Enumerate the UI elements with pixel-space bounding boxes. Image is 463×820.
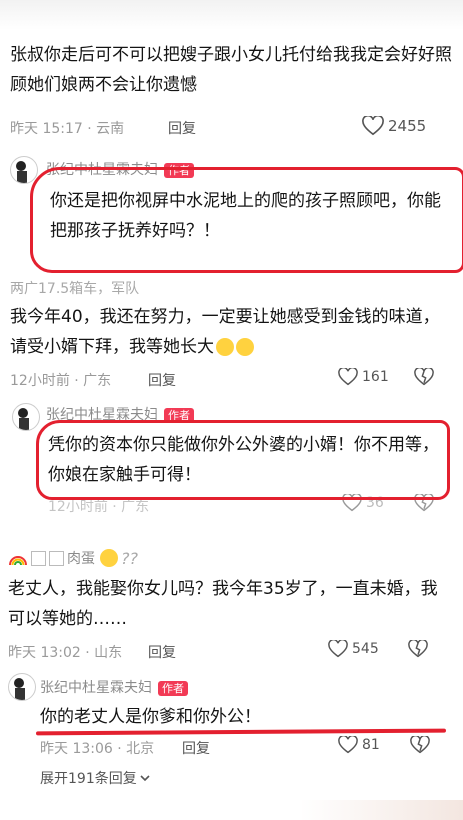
author-badge: 作者 [158, 680, 188, 696]
question-marks-icon: ?? [121, 548, 138, 568]
like-count: 161 [362, 369, 389, 385]
reply-meta: 昨天 13:06 · 北京 [40, 741, 155, 757]
like-button[interactable]: 36 [342, 494, 384, 512]
emoji-icon [100, 549, 118, 567]
author-badge: 作者 [164, 162, 194, 178]
like-count: 81 [362, 737, 380, 753]
reply-button[interactable]: 回复 [148, 370, 176, 390]
like-count: 2455 [388, 117, 427, 135]
comment-meta: 昨天 13:02 · 山东 [8, 645, 123, 661]
dislike-heart-icon [408, 638, 428, 658]
comment-author-row[interactable]: 肉蛋 ?? [8, 548, 138, 568]
comment-meta: 12小时前 · 广东 [10, 373, 112, 389]
avatar[interactable] [10, 156, 38, 184]
heart-icon [338, 736, 358, 754]
rainbow-icon [9, 556, 27, 566]
author-badge: 作者 [164, 407, 194, 423]
reply-meta: 12小时前 · 广东 [48, 499, 150, 515]
like-button[interactable]: 545 [328, 640, 379, 658]
like-button[interactable]: 2455 [362, 116, 426, 136]
reply-text: 凭你的资本你只能做你外公外婆的小婿！你不用等，你娘在家触手可得！ [48, 435, 439, 485]
heart-icon [362, 116, 384, 136]
emoji-icon [216, 338, 234, 356]
dislike-button[interactable] [414, 366, 434, 390]
avatar[interactable] [12, 403, 40, 431]
dislike-heart-icon [410, 734, 430, 754]
expand-replies-button[interactable]: 展开191条回复 [40, 768, 151, 788]
avatar[interactable] [8, 673, 36, 701]
top-faded-bar [0, 0, 463, 30]
reply-author-name[interactable]: 张纪中杜星霖夫妇 作者 [40, 677, 188, 697]
box-icon [49, 550, 64, 566]
like-button[interactable]: 81 [338, 736, 380, 754]
expand-replies-label: 展开191条回复 [40, 771, 137, 787]
heart-icon [338, 368, 358, 386]
reply-author-name[interactable]: 张纪中杜星霖夫妇 作者 [46, 404, 194, 424]
emoji-icon [236, 338, 254, 356]
comment-meta: 昨天 15:17 · 云南 [10, 121, 125, 137]
heart-icon [328, 640, 348, 658]
reply-author-name[interactable]: 张纪中杜星霖夫妇 作者 [46, 159, 194, 179]
comment-author-name: 肉蛋 [67, 551, 95, 567]
dislike-button[interactable] [408, 638, 428, 662]
reply-button[interactable]: 回复 [182, 738, 210, 758]
comment-author-name[interactable]: 两广17.5箱车，军队 [10, 278, 139, 298]
box-icon [31, 550, 46, 566]
reply-button[interactable]: 回复 [148, 642, 176, 662]
like-count: 545 [352, 641, 379, 657]
like-count: 36 [366, 495, 384, 511]
reply-button[interactable]: 回复 [168, 118, 196, 138]
comment-text: 张叔你走后可不可以把嫂子跟小女儿托付给我我定会好好照顾她们娘两不会让你遗憾 [10, 45, 452, 95]
comment-text: 老丈人，我能娶你女儿吗？我今年35岁了，一直未婚，我可以等她的…… [8, 579, 438, 629]
like-button[interactable]: 161 [338, 368, 389, 386]
chevron-down-icon [140, 775, 150, 782]
dislike-button[interactable] [410, 734, 430, 758]
reply-text: 你还是把你视屏中水泥地上的爬的孩子照顾吧，你能把那孩子抚养好吗？！ [50, 191, 441, 241]
heart-icon [342, 494, 362, 512]
dislike-heart-icon [414, 366, 434, 386]
comment-text: 我今年40，我还在努力，一定要让她感受到金钱的味道，请受小婿下拜，我等她长大 [10, 307, 440, 357]
reply-text: 你的老丈人是你爹和你外公！ [40, 707, 261, 727]
dislike-heart-icon [414, 492, 434, 512]
dislike-button[interactable] [414, 492, 434, 516]
bottom-image-edge [300, 800, 463, 820]
